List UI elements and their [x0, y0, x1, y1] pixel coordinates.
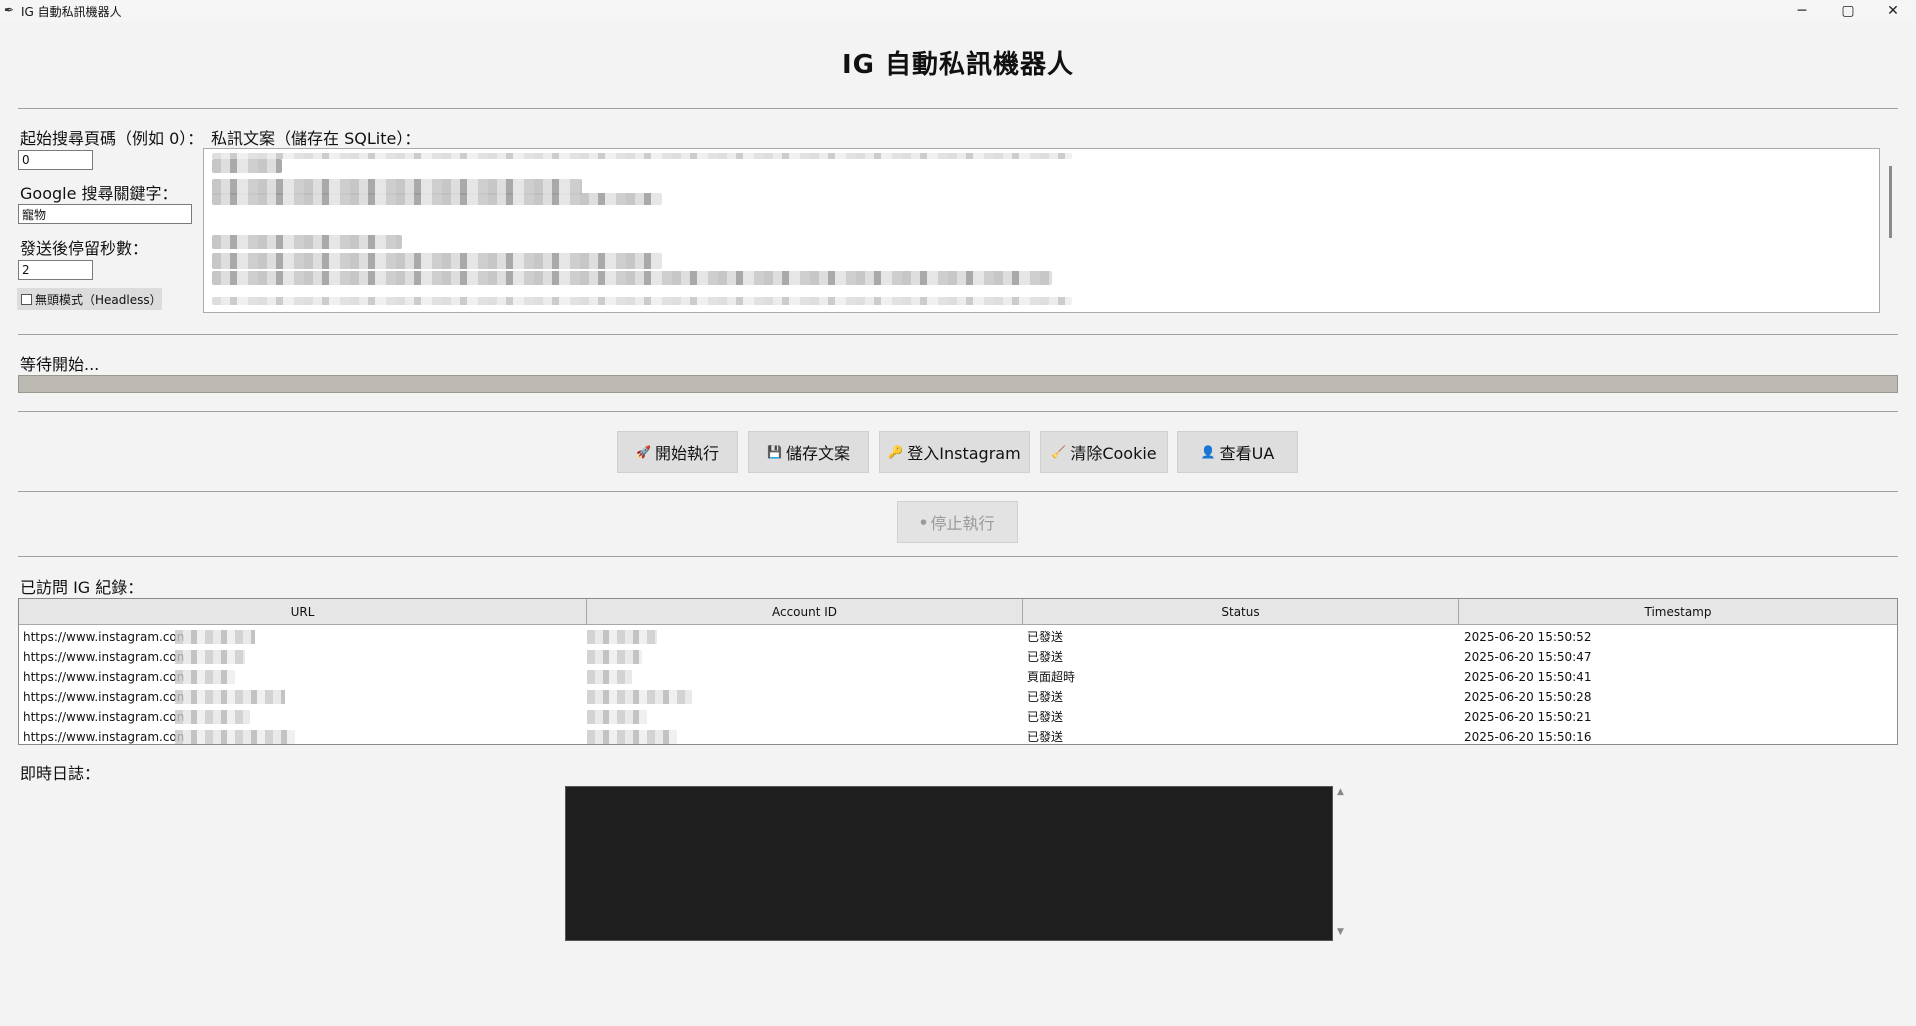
- url-cell: https://www.instagram.con: [23, 730, 185, 744]
- status-cell: 已發送: [1027, 630, 1064, 644]
- timestamp-cell: 2025-06-20 15:50:52: [1464, 630, 1592, 644]
- table-row[interactable]: https://www.instagram.con 已發送 2025-06-20 1…: [19, 687, 1897, 707]
- redacted-account-id: [587, 710, 647, 724]
- close-button[interactable]: ✕: [1870, 0, 1916, 22]
- login-instagram-button[interactable]: 🔑 登入Instagram: [879, 431, 1030, 473]
- status-cell: 已發送: [1027, 650, 1064, 664]
- checkbox-box[interactable]: [21, 293, 32, 305]
- headless-checkbox[interactable]: 無頭模式（Headless）: [17, 288, 162, 310]
- message-label: 私訊文案（儲存在 SQLite）：: [211, 129, 421, 148]
- feather-app-icon: ✒: [4, 3, 15, 17]
- redacted-text: [212, 297, 1072, 305]
- title-bar: ✒ IG 自動私訊機器人 ─ ▢ ✕: [0, 0, 1916, 22]
- delay-label: 發送後停留秒數：: [20, 239, 149, 258]
- broom-icon: 🧹: [1051, 445, 1067, 459]
- progress-bar: [18, 375, 1898, 393]
- message-scrollbar[interactable]: [1889, 166, 1892, 238]
- redacted-account-id: [587, 650, 642, 664]
- start-page-input[interactable]: [18, 150, 93, 170]
- timestamp-cell: 2025-06-20 15:50:41: [1464, 670, 1592, 684]
- redacted-text: [212, 271, 1052, 285]
- redacted-text: [212, 253, 662, 269]
- divider: [18, 411, 1898, 412]
- redacted-text: [212, 159, 282, 173]
- timestamp-cell: 2025-06-20 15:50:28: [1464, 690, 1592, 704]
- column-header-url[interactable]: URL: [19, 599, 587, 625]
- window-title: IG 自動私訊機器人: [21, 5, 122, 19]
- message-textarea[interactable]: [203, 148, 1880, 313]
- user-icon: 👤: [1200, 445, 1216, 459]
- redacted-account-id: [587, 670, 632, 684]
- table-row[interactable]: https://www.instagram.con 頁面超時 2025-06-20 …: [19, 667, 1897, 687]
- url-cell: https://www.instagram.con: [23, 630, 185, 644]
- timestamp-cell: 2025-06-20 15:50:47: [1464, 650, 1592, 664]
- table-row[interactable]: https://www.instagram.con 已發送 2025-06-20 1…: [19, 727, 1897, 747]
- url-cell: https://www.instagram.con: [23, 690, 185, 704]
- start-page-label: 起始搜尋頁碼（例如 0）：: [20, 129, 204, 148]
- redacted-account-id: [587, 630, 657, 644]
- visited-label: 已訪問 IG 紀錄：: [20, 578, 144, 597]
- status-text: 等待開始...: [20, 355, 100, 374]
- redacted-account-id: [587, 690, 692, 704]
- redacted-url: [175, 710, 250, 724]
- timestamp-cell: 2025-06-20 15:50:21: [1464, 710, 1592, 724]
- start-button[interactable]: 🚀 開始執行: [617, 431, 738, 473]
- divider: [18, 491, 1898, 492]
- table-row[interactable]: https://www.instagram.con 已發送 2025-06-20 1…: [19, 647, 1897, 667]
- redacted-text: [212, 235, 402, 249]
- divider: [18, 556, 1898, 557]
- page-title: IG 自動私訊機器人: [841, 50, 1075, 80]
- redacted-url: [175, 670, 235, 684]
- redacted-account-id: [587, 730, 677, 744]
- rocket-icon: 🚀: [636, 445, 651, 459]
- visited-table: URL Account ID Status Timestamp https://…: [18, 598, 1898, 745]
- delay-input[interactable]: [18, 260, 93, 280]
- table-row[interactable]: https://www.instagram.con 已發送 2025-06-20 1…: [19, 627, 1897, 647]
- table-row[interactable]: https://www.instagram.con 已發送 2025-06-20 1…: [19, 707, 1897, 727]
- stop-button[interactable]: ⏺ 停止執行: [897, 501, 1018, 543]
- save-button[interactable]: 💾 儲存文案: [748, 431, 869, 473]
- divider: [18, 108, 1898, 109]
- column-header-timestamp[interactable]: Timestamp: [1459, 599, 1897, 625]
- floppy-disk-icon: 💾: [767, 445, 782, 459]
- status-cell: 已發送: [1027, 710, 1064, 724]
- view-ua-button[interactable]: 👤 查看UA: [1177, 431, 1298, 473]
- headless-label: 無頭模式（Headless）: [35, 292, 162, 307]
- redacted-url: [175, 730, 295, 744]
- url-cell: https://www.instagram.con: [23, 710, 185, 724]
- column-header-status[interactable]: Status: [1023, 599, 1459, 625]
- clear-cookie-button[interactable]: 🧹 清除Cookie: [1040, 431, 1168, 473]
- status-cell: 頁面超時: [1027, 670, 1076, 684]
- status-cell: 已發送: [1027, 730, 1064, 744]
- log-output[interactable]: [565, 786, 1333, 941]
- redacted-url: [175, 650, 245, 664]
- timestamp-cell: 2025-06-20 15:50:16: [1464, 730, 1592, 744]
- divider: [18, 334, 1898, 335]
- url-cell: https://www.instagram.con: [23, 650, 185, 664]
- record-icon: ⏺: [920, 514, 927, 529]
- log-label: 即時日誌：: [20, 764, 101, 783]
- status-cell: 已發送: [1027, 690, 1064, 704]
- scroll-up-icon[interactable]: ▲: [1337, 787, 1344, 797]
- maximize-button[interactable]: ▢: [1825, 0, 1871, 22]
- minimize-button[interactable]: ─: [1779, 0, 1825, 22]
- scroll-down-icon[interactable]: ▼: [1337, 927, 1344, 937]
- url-cell: https://www.instagram.con: [23, 670, 185, 684]
- key-icon: 🔑: [888, 445, 904, 459]
- column-header-account-id[interactable]: Account ID: [587, 599, 1023, 625]
- redacted-text: [212, 153, 1072, 159]
- redacted-url: [175, 630, 255, 644]
- keyword-input[interactable]: [18, 204, 192, 224]
- redacted-text: [212, 193, 662, 205]
- keyword-label: Google 搜尋關鍵字：: [20, 184, 178, 203]
- redacted-url: [175, 690, 285, 704]
